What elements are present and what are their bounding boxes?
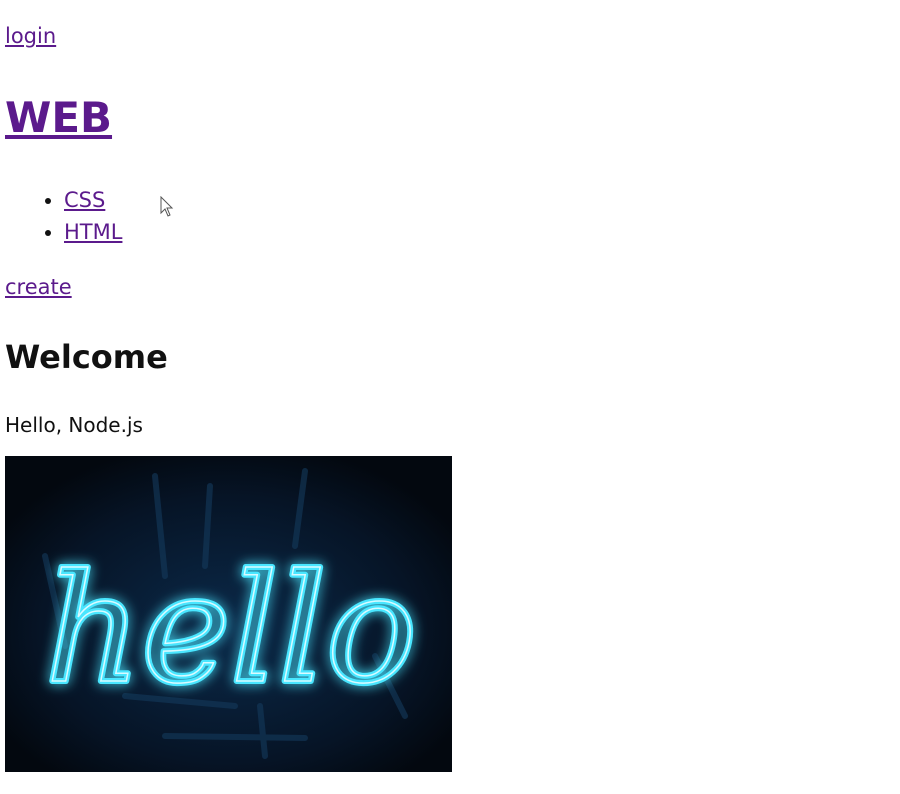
list-item: CSS	[64, 184, 122, 216]
create-link[interactable]: create	[5, 273, 72, 301]
list-item: HTML	[64, 216, 122, 248]
page-heading: Welcome	[5, 338, 168, 376]
site-title: WEB	[5, 90, 112, 146]
mouse-cursor-icon	[160, 196, 174, 217]
login-link[interactable]: login	[5, 22, 56, 50]
site-title-link[interactable]: WEB	[5, 93, 112, 142]
page-description: Hello, Node.js	[5, 413, 143, 437]
page: login WEB CSS HTML create Welcome Hello,…	[0, 0, 900, 794]
svg-text:hello: hello	[45, 543, 417, 717]
hello-neon-image: hello hello	[5, 456, 452, 772]
topic-link-html[interactable]: HTML	[64, 220, 122, 244]
topic-list: CSS HTML	[0, 184, 122, 248]
topic-link-css[interactable]: CSS	[64, 188, 105, 212]
